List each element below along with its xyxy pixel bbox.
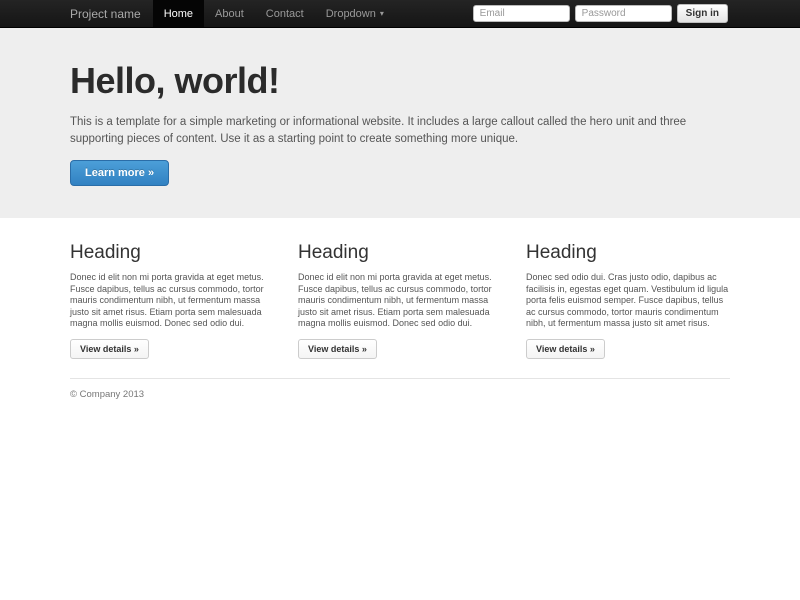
footer-divider	[70, 378, 730, 379]
learn-more-button[interactable]: Learn more »	[70, 160, 169, 186]
copyright-text: © Company 2013	[70, 389, 730, 400]
column-heading: Heading	[298, 242, 502, 264]
nav-item-dropdown-label: Dropdown	[326, 0, 376, 28]
nav-item-about-label: About	[215, 0, 244, 28]
navbar-brand[interactable]: Project name	[70, 0, 141, 27]
password-input[interactable]	[575, 5, 672, 22]
content-column-3: Heading Donec sed odio dui. Cras justo o…	[526, 242, 730, 359]
sign-in-button[interactable]: Sign in	[677, 4, 728, 23]
content-column-2: Heading Donec id elit non mi porta gravi…	[298, 242, 502, 359]
nav-item-home-label: Home	[164, 0, 193, 28]
nav-item-home[interactable]: Home	[153, 0, 204, 27]
column-text: Donec sed odio dui. Cras justo odio, dap…	[526, 272, 730, 330]
nav-item-contact[interactable]: Contact	[255, 0, 315, 27]
hero-description: This is a template for a simple marketin…	[70, 114, 730, 148]
hero-title: Hello, world!	[70, 60, 730, 102]
column-heading: Heading	[70, 242, 274, 264]
navbar-menu: Home About Contact Dropdown ▾	[153, 0, 395, 27]
column-heading: Heading	[526, 242, 730, 264]
content-column-1: Heading Donec id elit non mi porta gravi…	[70, 242, 274, 359]
nav-item-about[interactable]: About	[204, 0, 255, 27]
view-details-button[interactable]: View details »	[70, 339, 149, 359]
caret-down-icon: ▾	[380, 0, 384, 28]
footer: © Company 2013	[70, 389, 730, 400]
content-row: Heading Donec id elit non mi porta gravi…	[70, 242, 730, 359]
email-input[interactable]	[473, 5, 570, 22]
view-details-button[interactable]: View details »	[298, 339, 377, 359]
nav-item-dropdown[interactable]: Dropdown ▾	[315, 0, 395, 27]
signin-form: Sign in	[473, 0, 728, 27]
column-text: Donec id elit non mi porta gravida at eg…	[70, 272, 274, 330]
column-text: Donec id elit non mi porta gravida at eg…	[298, 272, 502, 330]
hero-unit: Hello, world! This is a template for a s…	[0, 28, 800, 218]
view-details-button[interactable]: View details »	[526, 339, 605, 359]
nav-item-contact-label: Contact	[266, 0, 304, 28]
main-content: Heading Donec id elit non mi porta gravi…	[70, 242, 730, 400]
navbar: Project name Home About Contact Dropdown…	[0, 0, 800, 28]
